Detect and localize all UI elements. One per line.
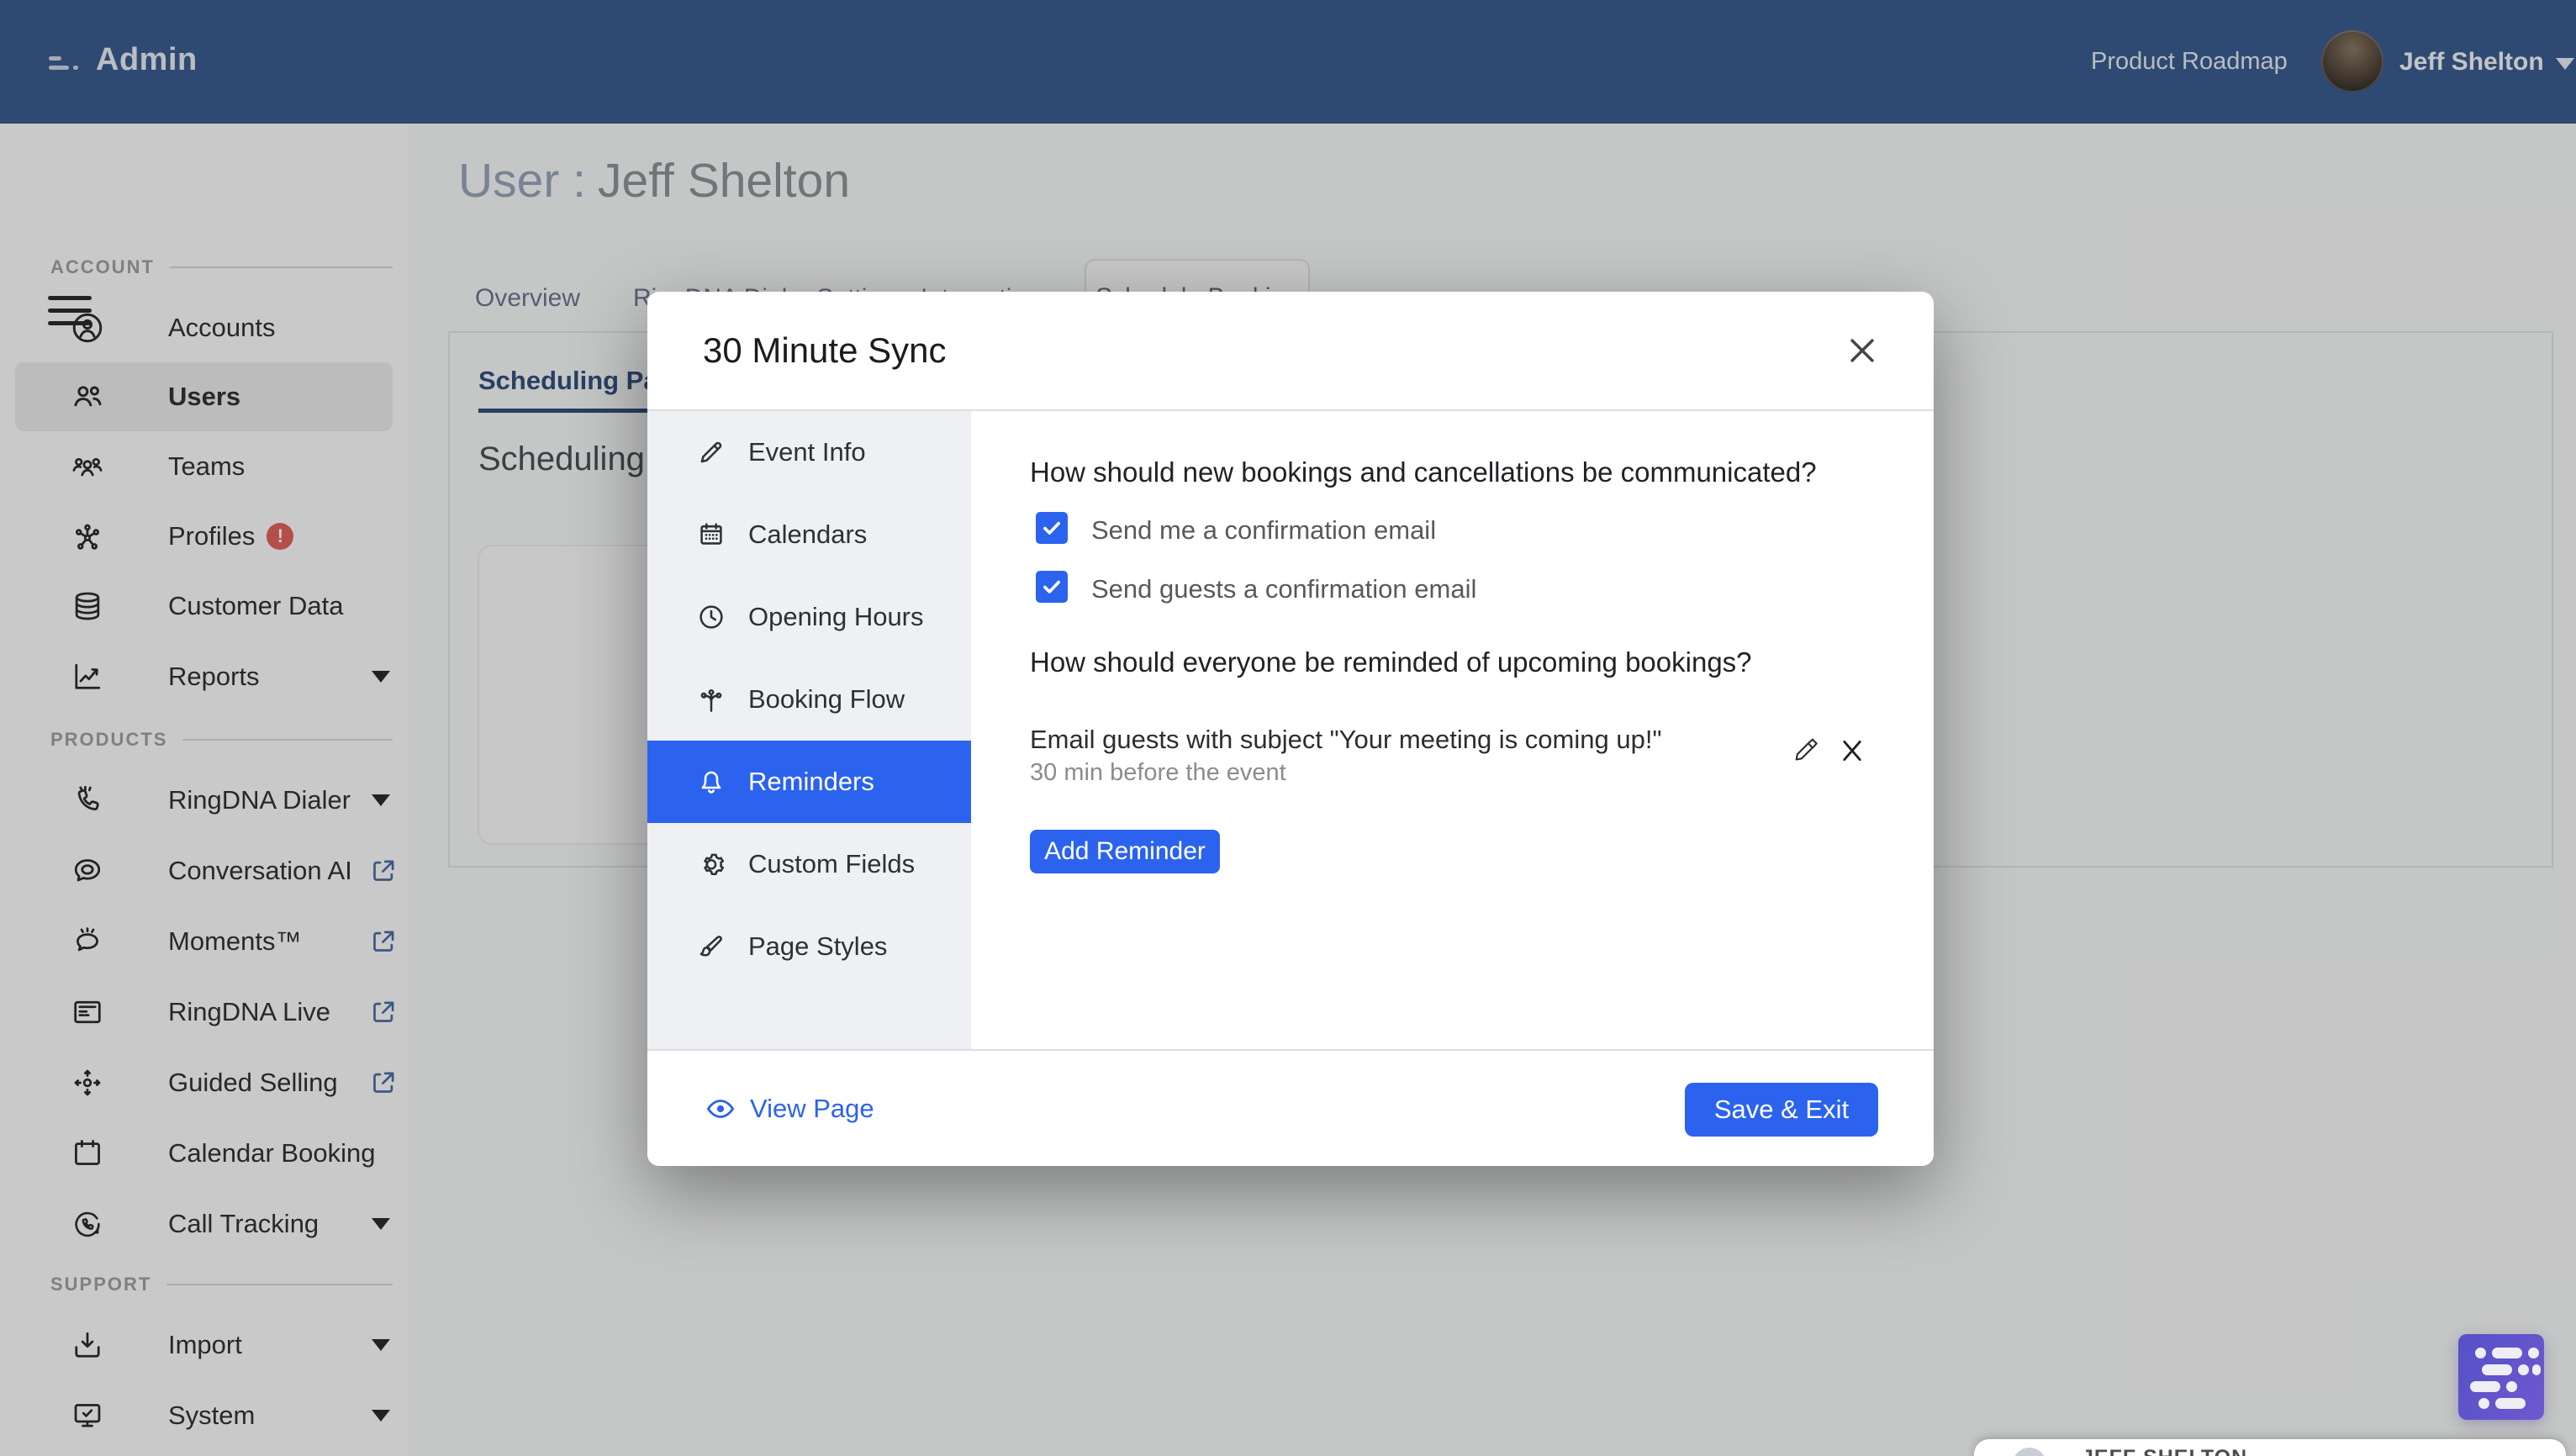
event-settings-modal: 30 Minute Sync Event Info Calendars Open… <box>647 292 1934 1166</box>
bell-icon <box>695 766 727 798</box>
close-icon[interactable] <box>1844 332 1881 369</box>
brush-icon <box>695 931 727 963</box>
question-communication: How should new bookings and cancellation… <box>1030 456 1817 488</box>
add-reminder-button[interactable]: Add Reminder <box>1030 830 1220 873</box>
modal-nav-label: Calendars <box>748 520 867 550</box>
flow-icon <box>695 683 727 715</box>
modal-nav-label: Page Styles <box>748 931 887 962</box>
question-reminders: How should everyone be reminded of upcom… <box>1030 646 1752 678</box>
modal-title: 30 Minute Sync <box>703 292 947 409</box>
modal-nav: Event Info Calendars Opening Hours Booki… <box>647 411 971 1049</box>
modal-nav-page-styles[interactable]: Page Styles <box>647 905 971 988</box>
avatar <box>2013 1448 2046 1456</box>
modal-nav-label: Event Info <box>748 437 866 467</box>
modal-nav-label: Reminders <box>748 767 874 797</box>
bottom-popup[interactable]: JEFF SHELTON <box>1974 1439 2566 1456</box>
pencil-icon <box>695 436 727 468</box>
view-page-label: View Page <box>750 1094 874 1124</box>
modal-nav-reminders[interactable]: Reminders <box>647 741 971 823</box>
checkbox-label: Send me a confirmation email <box>1091 515 1436 546</box>
checkbox-label: Send guests a confirmation email <box>1091 574 1476 604</box>
calendar-grid-icon <box>695 519 727 551</box>
edit-reminder-icon[interactable] <box>1792 736 1822 766</box>
modal-nav-booking-flow[interactable]: Booking Flow <box>647 658 971 741</box>
modal-footer: View Page Save & Exit <box>647 1049 1934 1166</box>
check-icon <box>1041 517 1063 539</box>
modal-nav-event-info[interactable]: Event Info <box>647 411 971 493</box>
gear-icon <box>695 848 727 880</box>
modal-nav-opening-hours[interactable]: Opening Hours <box>647 576 971 658</box>
check-icon <box>1041 576 1063 598</box>
eye-icon <box>705 1093 736 1125</box>
modal-nav-label: Custom Fields <box>748 849 915 879</box>
checkbox-send-me-confirmation[interactable] <box>1036 512 1068 544</box>
modal-nav-label: Opening Hours <box>748 602 924 632</box>
revenue-morse-widget[interactable] <box>2458 1334 2544 1420</box>
modal-nav-custom-fields[interactable]: Custom Fields <box>647 823 971 905</box>
clock-icon <box>695 601 727 633</box>
popup-user-label: JEFF SHELTON <box>2082 1446 2247 1456</box>
modal-nav-calendars[interactable]: Calendars <box>647 493 971 576</box>
view-page-link[interactable]: View Page <box>705 1093 874 1125</box>
screen: Admin Product Roadmap Jeff Shelton ACCOU… <box>0 0 2576 1456</box>
modal-nav-label: Booking Flow <box>748 684 905 715</box>
checkbox-send-guests-confirmation[interactable] <box>1036 571 1068 603</box>
reminder-title: Email guests with subject "Your meeting … <box>1030 725 1661 755</box>
delete-reminder-icon[interactable] <box>1838 736 1866 765</box>
save-exit-button[interactable]: Save & Exit <box>1685 1083 1878 1137</box>
reminder-subtitle: 30 min before the event <box>1030 759 1286 787</box>
